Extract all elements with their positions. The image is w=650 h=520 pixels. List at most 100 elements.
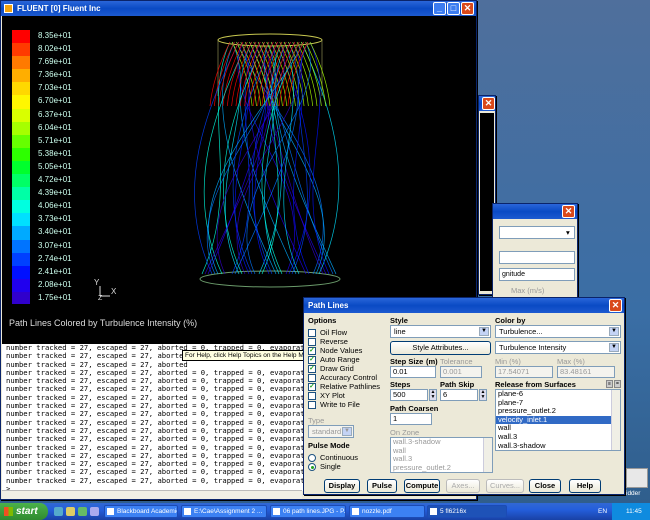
select-all-icon[interactable]: ≡ <box>606 380 613 388</box>
options-group: Options Oil Flow Reverse ✓ Node Values ✓ Auto… <box>308 316 388 409</box>
curves-button[interactable]: Curves... <box>486 479 524 493</box>
deselect-all-icon[interactable]: = <box>614 380 621 388</box>
background-select[interactable]: ▾ <box>499 226 575 239</box>
step-size-input[interactable]: 0.01 <box>390 366 436 378</box>
minimize-button[interactable]: _ <box>433 2 446 15</box>
language-indicator[interactable]: EN <box>598 503 607 520</box>
radio-icon <box>308 463 316 471</box>
option-checkbox[interactable]: XY Plot <box>308 391 388 400</box>
checkbox-icon: ✓ <box>308 356 316 364</box>
task-icon <box>107 508 114 515</box>
close-button[interactable]: ✕ <box>482 97 495 110</box>
taskbar-task[interactable]: E:\Cae\Assignment 2 ... <box>181 505 267 518</box>
options-list: Oil Flow Reverse ✓ Node Values ✓ Auto Range ✓ D… <box>308 328 388 409</box>
path-lines-dialog[interactable]: Path Lines ✕ Options Oil Flow Reverse ✓ Nod… <box>303 297 625 495</box>
chevron-down-icon: ▼ <box>609 343 619 352</box>
fluent-titlebar[interactable]: FLUENT [0] Fluent Inc _ □ ✕ <box>1 1 476 16</box>
task-icon <box>352 508 359 515</box>
windows-logo-icon <box>4 507 13 516</box>
quicklaunch-folder-icon[interactable] <box>66 507 75 516</box>
on-zone-scrollbar[interactable] <box>483 438 492 472</box>
magnitude-select[interactable]: gnitude <box>499 268 575 281</box>
path-skip-input[interactable]: 6 <box>440 389 478 401</box>
option-label: Node Values <box>320 346 363 355</box>
on-zone-item[interactable]: pressure_outlet.2 <box>391 463 492 472</box>
option-checkbox[interactable]: ✓ Auto Range <box>308 355 388 364</box>
option-label: Write to File <box>320 400 360 409</box>
background-window-titlebar[interactable]: ✕ <box>479 96 495 111</box>
taskbar-task[interactable]: nozzle.pdf <box>349 505 425 518</box>
option-label: Reverse <box>320 337 348 346</box>
taskbar-task[interactable]: Blackboard Academic ... <box>104 505 178 518</box>
close-button[interactable]: ✕ <box>461 2 474 15</box>
color-by-quantity-select[interactable]: Turbulence Intensity ▼ <box>495 341 621 354</box>
axes-button[interactable]: Axes... <box>446 479 480 493</box>
release-surface-item[interactable]: velocity_inlet.1 <box>496 415 620 425</box>
task-label: E:\Cae\Assignment 2 ... <box>194 508 263 515</box>
tolerance-label: Tolerance <box>440 357 473 366</box>
release-surfaces-list[interactable]: plane-6 plane-7 pressure_outlet.2 velocity_… <box>495 389 621 451</box>
radio-icon <box>308 454 316 462</box>
style-attributes-button[interactable]: Style Attributes... <box>390 341 491 355</box>
pulse-mode-label: Continuous <box>320 453 358 462</box>
plot-caption: Path Lines Colored by Turbulence Intensi… <box>9 318 198 328</box>
path-skip-stepper[interactable]: ▲ ▼ <box>479 389 487 401</box>
taskbar-task[interactable]: 06 path lines.JPG - P... <box>270 505 346 518</box>
on-zone-item[interactable]: wall.3-shadow <box>391 438 492 447</box>
horizontal-scrollbar[interactable] <box>2 490 302 499</box>
pulse-button[interactable]: Pulse <box>367 479 397 493</box>
pulse-mode-radio[interactable]: Continuous <box>308 453 388 462</box>
path-line <box>309 41 330 275</box>
task-label: nozzle.pdf <box>362 508 392 515</box>
background-dialog-titlebar[interactable]: ✕ <box>493 204 577 219</box>
close-dialog-button[interactable]: Close <box>529 479 561 493</box>
start-button[interactable]: start <box>0 503 48 520</box>
path-skip-label: Path Skip <box>440 380 475 389</box>
option-checkbox[interactable]: ✓ Node Values <box>308 346 388 355</box>
desktop-icon[interactable] <box>626 468 648 488</box>
release-surface-item[interactable]: wall.3-shadow <box>496 441 620 450</box>
background-dialog[interactable]: ✕ ▾ gnitude Max (m/s) <box>492 203 578 301</box>
checkbox-icon <box>308 338 316 346</box>
steps-input[interactable]: 500 <box>390 389 428 401</box>
option-checkbox[interactable]: Write to File <box>308 400 388 409</box>
quicklaunch-media-icon[interactable] <box>78 507 87 516</box>
min-input[interactable]: 17.54071 <box>495 366 553 378</box>
quicklaunch-browser-icon[interactable] <box>54 507 63 516</box>
close-button[interactable]: ✕ <box>562 205 575 218</box>
option-label: XY Plot <box>320 391 345 400</box>
maximize-button[interactable]: □ <box>447 2 460 15</box>
clock[interactable]: 11:45 <box>626 508 642 515</box>
style-select[interactable]: line ▼ <box>390 325 491 338</box>
desktop-icon-label: idder <box>626 490 641 497</box>
option-checkbox[interactable]: Accuracy Control <box>308 373 388 382</box>
color-by-select[interactable]: Turbulence... ▼ <box>495 325 621 338</box>
path-lines-titlebar[interactable]: Path Lines ✕ <box>304 298 624 313</box>
release-scrollbar[interactable] <box>611 390 620 450</box>
option-checkbox[interactable]: Oil Flow <box>308 328 388 337</box>
help-button[interactable]: Help <box>569 479 601 493</box>
path-line <box>283 41 300 275</box>
close-button[interactable]: ✕ <box>609 299 622 312</box>
option-label: Relative Pathlines <box>320 382 381 391</box>
max-input[interactable]: 83.48161 <box>557 366 615 378</box>
compute-button[interactable]: Compute <box>404 479 440 493</box>
type-select[interactable]: standard ▼ <box>308 425 354 438</box>
option-checkbox[interactable]: ✓ Relative Pathlines <box>308 382 388 391</box>
system-tray: EN 11:45 <box>598 503 650 520</box>
path-coarsen-input[interactable]: 1 <box>390 413 432 425</box>
chevron-down-icon: ▼ <box>609 327 619 336</box>
steps-label: Steps <box>390 380 411 389</box>
display-button[interactable]: Display <box>324 479 360 493</box>
option-checkbox[interactable]: ✓ Draw Grid <box>308 364 388 373</box>
tolerance-input[interactable]: 0.001 <box>440 366 482 378</box>
graphics-canvas[interactable]: 8.35e+01 8.02e+01 7.69e+01 7.36e+01 7.03e+01… <box>2 16 476 305</box>
option-checkbox[interactable]: Reverse <box>308 337 388 346</box>
steps-stepper[interactable]: ▲ ▼ <box>429 389 437 401</box>
max-label: Max (m/s) <box>511 286 545 295</box>
taskbar-task[interactable]: 5 fl6216x <box>427 505 507 518</box>
on-zone-list[interactable]: wall.3-shadow wall wall.3 pressure_outlet.2 <box>390 437 493 473</box>
quicklaunch-desktop-icon[interactable] <box>90 507 99 516</box>
background-select-2[interactable] <box>499 251 575 264</box>
pulse-mode-radio[interactable]: Single <box>308 462 388 471</box>
